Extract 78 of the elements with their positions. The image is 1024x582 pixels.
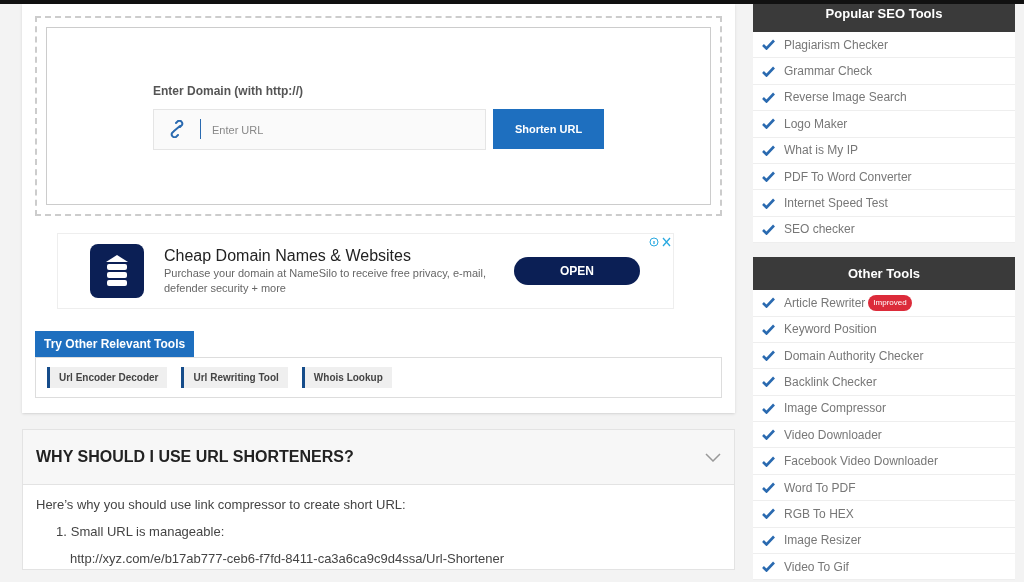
sidebar-heading: Popular SEO Tools: [753, 4, 1015, 32]
example-url: http://xyz.com/e/b17ab777-ceb6-f7fd-8411-ca3a6ca9c9d4ssa/Url-Shortener: [69, 550, 506, 568]
shorten-button[interactable]: Shorten URL: [493, 109, 604, 149]
link-label: What is My IP: [784, 142, 858, 160]
database-icon: [90, 244, 144, 298]
check-icon: [762, 144, 775, 156]
sidebar-link[interactable]: Keyword Position: [753, 316, 1015, 343]
tool-link[interactable]: Url Encoder Decoder: [47, 367, 168, 388]
sidebar-link[interactable]: Domain Authority Checker: [753, 342, 1015, 370]
open-button[interactable]: OPEN: [514, 257, 640, 285]
sidebar-link[interactable]: Plagiarism Checker: [753, 32, 1015, 59]
check-icon: [762, 534, 775, 546]
link-label: Keyword Position: [784, 321, 877, 339]
link-label: Word To PDF: [784, 479, 856, 497]
check-icon: [762, 91, 775, 103]
sidebar-link[interactable]: Grammar Check: [753, 58, 1015, 85]
check-icon: [762, 429, 775, 441]
sidebar-link[interactable]: Image Compressor: [753, 395, 1015, 423]
sidebar-link[interactable]: Backlink Checker: [753, 369, 1015, 396]
tool-link[interactable]: Url Rewriting Tool: [181, 367, 288, 388]
tool-link[interactable]: Whois Lookup: [301, 367, 392, 388]
link-label: Image Resizer: [784, 532, 862, 550]
sidebar-link[interactable]: Video To Gif: [753, 554, 1015, 581]
link-label: Internet Speed Test: [784, 195, 888, 213]
ad-text: Purchase your domain at NameSilo to receive free privacy, e-mail, defender security + more: [164, 266, 487, 296]
link-label: Grammar Check: [784, 63, 872, 81]
check-icon: [762, 376, 775, 388]
link-label: Article Rewriter: [784, 294, 866, 312]
check-icon: [762, 197, 775, 209]
sidebar-link[interactable]: Video Downloader: [753, 422, 1015, 449]
sidebar-heading: Other Tools: [753, 257, 1015, 291]
faq-intro: Here’s why you should use link compressor to create short URL:: [36, 496, 407, 514]
check-icon: [762, 402, 775, 414]
check-icon: [762, 223, 775, 235]
list-number: 1.: [56, 523, 67, 541]
field-label: Enter Domain (with http://): [153, 83, 304, 100]
ad-info-icon[interactable]: [649, 237, 671, 247]
sidebar-link[interactable]: RGB To HEX: [753, 501, 1015, 528]
badge: Improved: [868, 294, 912, 311]
link-label: PDF To Word Converter: [784, 168, 912, 186]
check-icon: [762, 350, 775, 362]
link-label: Video Downloader: [784, 426, 882, 444]
link-icon: [169, 120, 185, 138]
faq-question: WHY SHOULD I USE URL SHORTENERS?: [36, 447, 354, 467]
ad-title: Cheap Domain Names & Websites: [164, 246, 412, 266]
sidebar-link[interactable]: PDF To Word Converter: [753, 163, 1015, 191]
check-icon: [762, 118, 775, 130]
sidebar-link[interactable]: Article Rewriter Improved: [753, 290, 1015, 317]
link-label: Plagiarism Checker: [784, 36, 889, 54]
check-icon: [762, 171, 775, 183]
link-label: Reverse Image Search: [784, 89, 907, 107]
link-label: Image Compressor: [784, 400, 887, 418]
check-icon: [762, 508, 775, 520]
link-label: RGB To HEX: [784, 505, 854, 523]
list-text: Small URL is manageable:: [70, 523, 225, 541]
link-label: Domain Authority Checker: [784, 347, 924, 365]
sidebar-link[interactable]: Image Resizer: [753, 527, 1015, 555]
sidebar-link[interactable]: What is My IP: [753, 137, 1015, 164]
check-icon: [762, 297, 775, 309]
check-icon: [762, 482, 775, 494]
link-label: SEO checker: [784, 221, 855, 239]
sidebar-link[interactable]: Facebook Video Downloader: [753, 448, 1015, 475]
link-label: Video To Gif: [784, 558, 849, 576]
url-input-field[interactable]: Enter URL: [153, 109, 486, 150]
check-icon: [762, 455, 775, 467]
sidebar-link[interactable]: Logo Maker: [753, 111, 1015, 138]
check-icon: [762, 39, 775, 51]
check-icon: [762, 323, 775, 335]
check-icon: [762, 561, 775, 573]
sidebar-link[interactable]: Internet Speed Test: [753, 190, 1015, 217]
accordion-header[interactable]: WHY SHOULD I USE URL SHORTENERS?: [23, 430, 734, 485]
link-label: Logo Maker: [784, 115, 848, 133]
link-label: Facebook Video Downloader: [784, 453, 938, 471]
link-label: Backlink Checker: [784, 374, 877, 391]
sidebar-link[interactable]: Reverse Image Search: [753, 84, 1015, 112]
check-icon: [762, 65, 775, 77]
sidebar-link[interactable]: Word To PDF: [753, 474, 1015, 502]
sidebar-link[interactable]: SEO checker: [753, 216, 1015, 244]
